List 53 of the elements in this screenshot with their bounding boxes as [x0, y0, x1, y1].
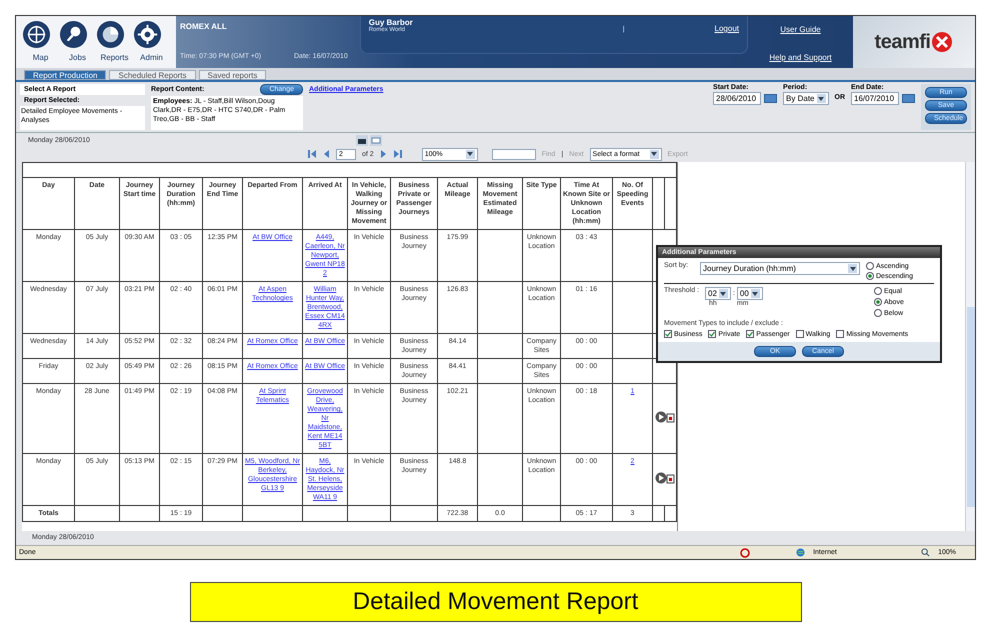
radio-button[interactable]: [866, 272, 874, 280]
user-name: Guy Barbor: [368, 18, 413, 27]
tab[interactable]: Saved reports: [198, 70, 266, 80]
dropdown-caret-icon[interactable]: [848, 264, 857, 273]
header-link[interactable]: User Guide: [780, 25, 821, 34]
logo-text: teamfi: [874, 30, 930, 54]
company-name: ROMEX ALL: [180, 22, 228, 31]
checkbox[interactable]: [836, 330, 844, 338]
cross-circle-icon: [931, 31, 954, 53]
nav-link[interactable]: Reports: [96, 53, 133, 62]
checkbox[interactable]: [796, 330, 804, 338]
nav-link[interactable]: Jobs: [59, 53, 96, 62]
magnifier-icon: [921, 548, 930, 557]
minutes-select[interactable]: 00: [736, 287, 763, 300]
previous-page-icon[interactable]: [322, 150, 330, 158]
tab[interactable]: Scheduled Reports: [109, 70, 196, 80]
nav-link[interactable]: Map: [22, 53, 59, 62]
end-date-field[interactable]: 16/07/2010: [851, 92, 899, 105]
playback-icon[interactable]: [654, 472, 674, 484]
search-icon[interactable]: [59, 20, 88, 49]
radio-button[interactable]: [874, 298, 882, 306]
nav-link[interactable]: Admin: [133, 53, 170, 62]
dropdown-caret-icon[interactable]: [650, 150, 659, 159]
first-page-icon[interactable]: [308, 150, 316, 158]
radio-button[interactable]: [866, 262, 874, 270]
compass-icon[interactable]: [22, 20, 51, 49]
checkbox[interactable]: [746, 330, 754, 338]
last-page-icon[interactable]: [394, 150, 402, 158]
next-page-icon[interactable]: [380, 150, 388, 158]
period-select[interactable]: By Date: [783, 92, 828, 105]
caption-text: Detailed Movement Report: [190, 582, 802, 622]
dropdown-caret-icon[interactable]: [718, 289, 728, 298]
find-field[interactable]: [492, 148, 536, 160]
dropdown-caret-icon[interactable]: [750, 289, 760, 298]
radio-button[interactable]: [874, 309, 882, 317]
tab[interactable]: Report Production: [24, 70, 106, 80]
globe-icon: [796, 548, 806, 557]
sort-select[interactable]: Journey Duration (hh:mm): [700, 262, 860, 275]
playback-icon[interactable]: [654, 411, 674, 423]
checkbox[interactable]: [664, 330, 672, 338]
envelope-icon[interactable]: [370, 135, 382, 146]
checkbox[interactable]: [708, 330, 716, 338]
radio-button[interactable]: [874, 287, 882, 295]
printer-icon[interactable]: [356, 135, 368, 146]
settings-icon[interactable]: [133, 20, 162, 49]
hours-select[interactable]: 02: [705, 287, 731, 300]
pie-chart-icon[interactable]: [96, 20, 125, 49]
scrollbar[interactable]: [965, 162, 975, 531]
header-link[interactable]: Help and Support: [769, 53, 832, 62]
start-date-field[interactable]: 28/06/2010: [713, 92, 762, 105]
dropdown-caret-icon[interactable]: [816, 94, 826, 103]
logout-link[interactable]: Logout: [714, 24, 739, 33]
dropdown-caret-icon[interactable]: [466, 150, 475, 159]
